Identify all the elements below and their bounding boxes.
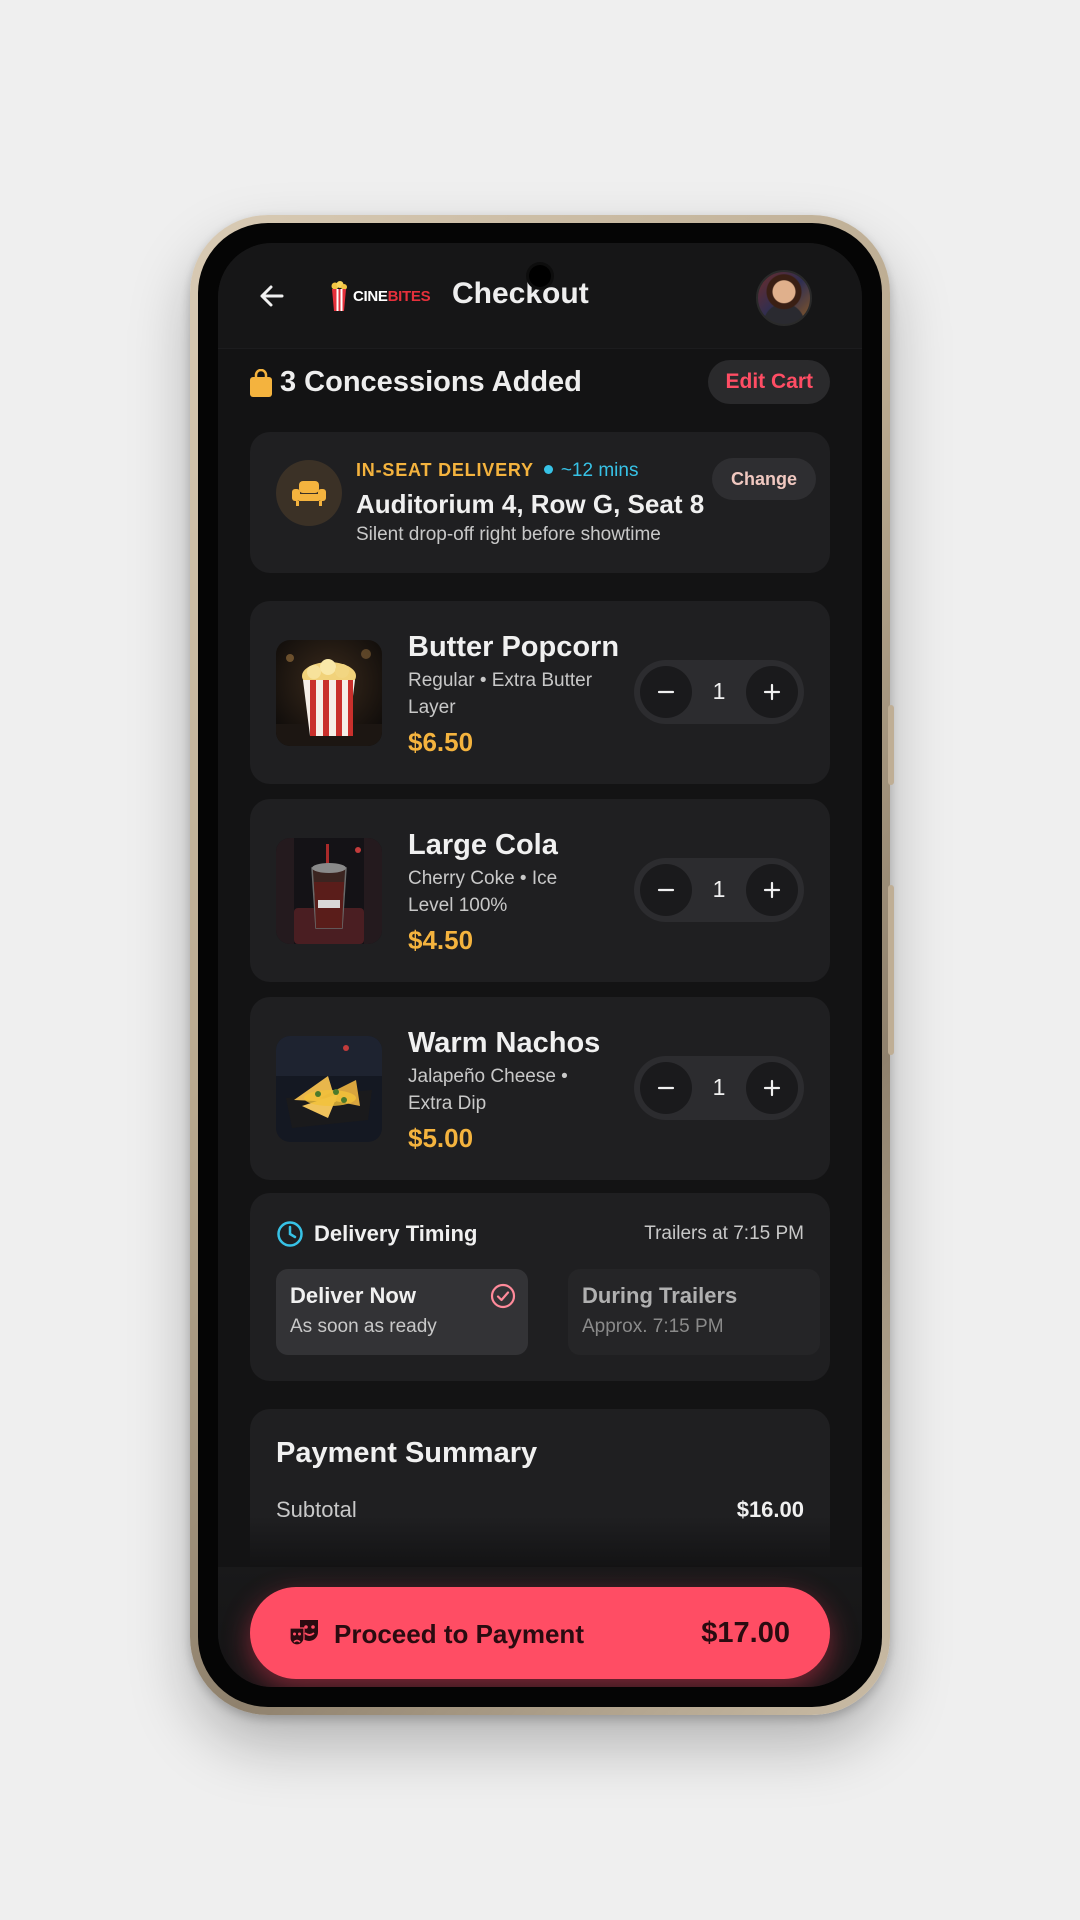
quantity-stepper: 1	[634, 660, 804, 724]
phone-frame: CINEBITES Checkout 3 Concessions Added E…	[190, 215, 894, 1715]
cart-item: Butter Popcorn Regular • Extra Butter La…	[250, 601, 830, 784]
cart-header: 3 Concessions Added Edit Cart	[250, 360, 830, 406]
checkout-bottom-bar: Proceed to Payment $17.00	[218, 1567, 862, 1687]
edit-cart-button[interactable]: Edit Cart	[708, 360, 830, 404]
check-circle-icon	[490, 1283, 516, 1309]
option-subtitle: Approx. 7:15 PM	[582, 1316, 724, 1337]
change-seat-button[interactable]: Change	[711, 458, 816, 500]
popcorn-logo-icon	[331, 281, 347, 311]
plus-icon	[763, 1079, 781, 1097]
front-camera	[529, 265, 551, 287]
delivery-seat: Auditorium 4, Row G, Seat 8	[356, 489, 705, 519]
option-title: Deliver Now	[290, 1283, 416, 1308]
delivery-note: Silent drop-off right before showtime	[356, 524, 661, 545]
logo-wordmark: CINEBITES	[353, 287, 431, 305]
app-bar: CINEBITES Checkout	[218, 243, 862, 349]
increase-quantity-button[interactable]	[746, 864, 798, 916]
item-options: Cherry Coke • Ice Level 100%	[408, 868, 558, 916]
back-button[interactable]	[252, 276, 292, 316]
item-price: $5.00	[408, 1123, 474, 1153]
phone-volume-button	[888, 885, 894, 1055]
back-arrow-icon	[260, 285, 284, 307]
checkout-content[interactable]: 3 Concessions Added Edit Cart IN-SEAT DE…	[218, 348, 862, 1687]
timing-option-during-trailers[interactable]: During Trailers Approx. 7:15 PM	[568, 1269, 820, 1355]
order-total: $17.00	[701, 1617, 790, 1649]
cart-item: Warm Nachos Jalapeño Cheese • Extra Dip …	[250, 997, 830, 1180]
trailers-time: Trailers at 7:15 PM	[644, 1223, 804, 1244]
theater-masks-icon	[289, 1620, 318, 1646]
timing-option-deliver-now[interactable]: Deliver Now As soon as ready	[276, 1269, 528, 1355]
item-options: Jalapeño Cheese • Extra Dip	[408, 1066, 568, 1114]
quantity-stepper: 1	[634, 858, 804, 922]
popcorn-image	[276, 640, 382, 746]
item-price: $6.50	[408, 727, 474, 757]
shopping-bag-icon	[250, 369, 272, 397]
nachos-image	[276, 1036, 382, 1142]
logo-wordmark-cine: CINE	[353, 287, 388, 305]
plus-icon	[763, 683, 781, 701]
delivery-timing-card: Delivery Timing Trailers at 7:15 PM Deli…	[250, 1193, 830, 1381]
app-logo: CINEBITES	[331, 276, 431, 316]
user-avatar[interactable]	[756, 270, 812, 326]
item-name: Warm Nachos	[408, 1027, 601, 1059]
increase-quantity-button[interactable]	[746, 1062, 798, 1114]
cart-item: Large Cola Cherry Coke • Ice Level 100% …	[250, 799, 830, 982]
page-title: Checkout	[452, 277, 589, 310]
item-name: Large Cola	[408, 829, 558, 861]
increase-quantity-button[interactable]	[746, 666, 798, 718]
scroll-fade	[218, 1517, 862, 1567]
cart-count-title: 3 Concessions Added	[280, 366, 582, 398]
armchair-icon	[292, 481, 326, 506]
proceed-to-payment-button[interactable]: Proceed to Payment $17.00	[250, 1587, 830, 1679]
proceed-button-label: Proceed to Payment	[334, 1619, 584, 1649]
option-title: During Trailers	[582, 1283, 738, 1308]
item-price: $4.50	[408, 925, 474, 955]
delivery-type-text: IN-SEAT DELIVERY	[356, 460, 534, 480]
clock-icon	[277, 1221, 303, 1247]
phone-bezel: CINEBITES Checkout 3 Concessions Added E…	[198, 223, 882, 1707]
cola-image	[276, 838, 382, 944]
payment-summary-title: Payment Summary	[276, 1437, 538, 1469]
delivery-eta: ~12 mins	[560, 460, 639, 481]
delivery-card: IN-SEAT DELIVERY ~12 mins Auditorium 4, R…	[250, 432, 830, 573]
phone-side-button	[888, 705, 894, 785]
item-name: Butter Popcorn	[408, 631, 620, 663]
option-subtitle: As soon as ready	[290, 1316, 437, 1337]
logo-wordmark-bites: BITES	[387, 287, 431, 305]
delivery-type-label: IN-SEAT DELIVERY ~12 mins	[356, 460, 638, 482]
armchair-icon-badge	[276, 460, 342, 526]
timing-title: Delivery Timing	[314, 1221, 478, 1246]
item-options: Regular • Extra Butter Layer	[408, 670, 593, 718]
quantity-stepper: 1	[634, 1056, 804, 1120]
app-screen: CINEBITES Checkout 3 Concessions Added E…	[218, 243, 862, 1687]
status-dot	[543, 465, 553, 474]
plus-icon	[763, 881, 781, 899]
